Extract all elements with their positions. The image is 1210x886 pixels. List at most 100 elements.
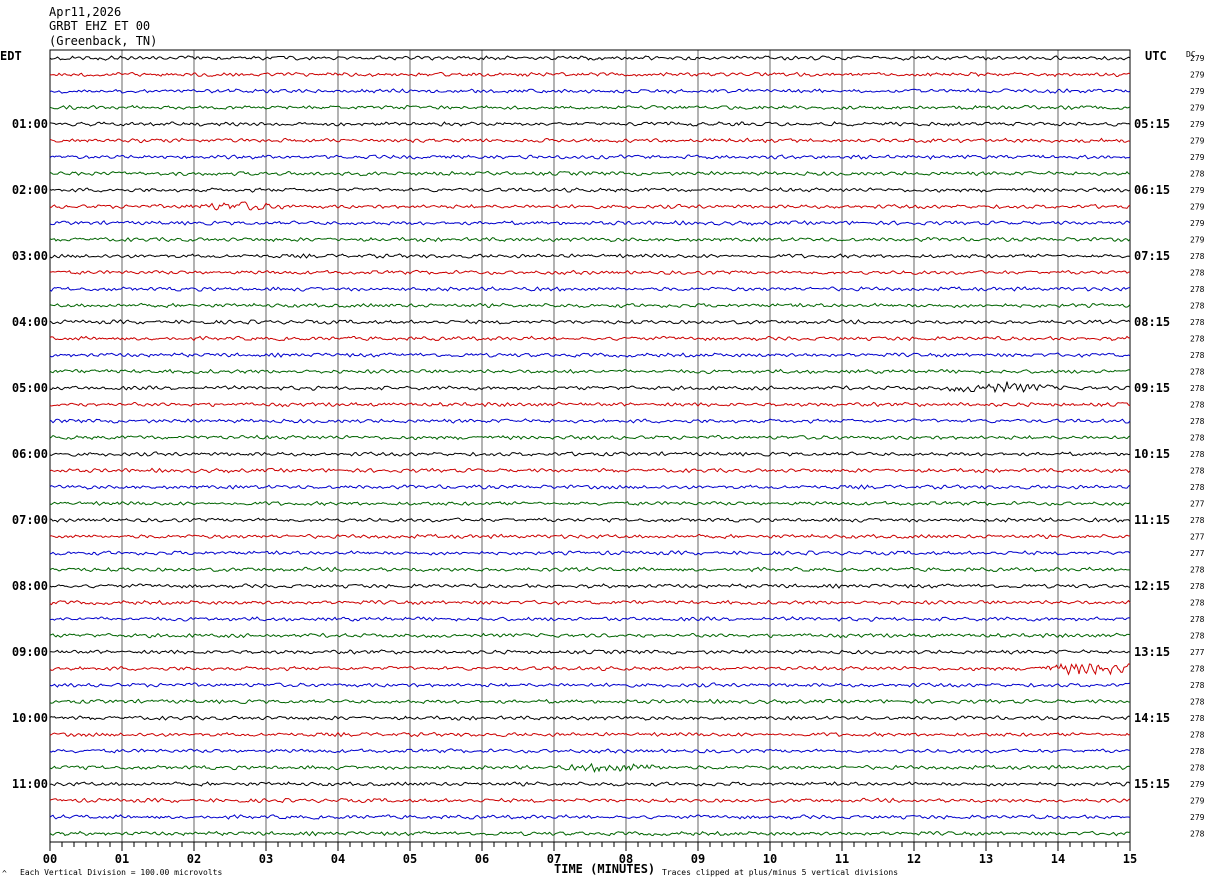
header-date: Apr11,2026 (49, 5, 121, 19)
dc-value: 279 (1190, 120, 1205, 129)
right-time-label: 05:15 (1134, 117, 1170, 131)
trace-row-42 (49, 731, 1131, 738)
left-time-label: 03:00 (12, 249, 48, 263)
dc-value: 279 (1190, 54, 1205, 63)
dc-value: 278 (1190, 318, 1205, 327)
left-time-label: 10:00 (12, 711, 48, 725)
dc-value: 278 (1190, 483, 1205, 492)
seismogram-page: Apr11,2026 GRBT EHZ ET 00 (Greenback, TN… (0, 0, 1210, 886)
trace-row-25 (49, 451, 1131, 457)
trace-row-39 (49, 682, 1131, 688)
trace-row-15 (49, 286, 1131, 292)
right-time-label: 10:15 (1134, 447, 1170, 461)
left-time-label: 08:00 (12, 579, 48, 593)
dc-value: 278 (1190, 582, 1205, 591)
dc-value: 279 (1190, 87, 1205, 96)
trace-row-14 (49, 269, 1131, 276)
trace-row-13 (49, 253, 1131, 259)
trace-group (49, 55, 1131, 837)
dc-value: 279 (1190, 203, 1205, 212)
dc-value: 278 (1190, 285, 1205, 294)
dc-value: 279 (1190, 780, 1205, 789)
left-time-label: 02:00 (12, 183, 48, 197)
dc-value: 279 (1190, 71, 1205, 80)
right-time-label: 06:15 (1134, 183, 1170, 197)
dc-value-labels: 279 279 279 279 279 279 279 278 279 279 279 279 278 2… (1190, 54, 1205, 839)
trace-row-32 (49, 566, 1131, 573)
left-time-label: 11:00 (12, 777, 48, 791)
clip-note: Traces clipped at plus/minus 5 vertical … (662, 868, 898, 877)
trace-row-46 (49, 797, 1131, 804)
trace-row-21 (49, 381, 1131, 394)
x-tick-label: 06 (475, 852, 489, 866)
trace-row-12 (49, 236, 1131, 243)
dc-value: 278 (1190, 599, 1205, 608)
header-station: GRBT EHZ ET 00 (49, 19, 150, 33)
dc-value: 277 (1190, 648, 1205, 657)
right-time-label: 13:15 (1134, 645, 1170, 659)
trace-row-40 (49, 698, 1131, 705)
trace-row-2 (49, 71, 1131, 78)
trace-row-34 (49, 599, 1131, 606)
trace-row-28 (49, 500, 1131, 507)
right-time-label: 14:15 (1134, 711, 1170, 725)
dc-value: 278 (1190, 335, 1205, 344)
x-tick-label: 11 (835, 852, 849, 866)
dc-value: 278 (1190, 368, 1205, 377)
trace-row-45 (49, 781, 1131, 787)
left-time-label: 09:00 (12, 645, 48, 659)
scale-note: Each Vertical Division = 100.00 microvol… (20, 868, 222, 877)
dc-value: 278 (1190, 384, 1205, 393)
trace-row-9 (49, 187, 1131, 193)
x-tick-label: 04 (331, 852, 345, 866)
trace-row-37 (49, 649, 1131, 655)
trace-row-1 (49, 55, 1131, 61)
dc-value: 278 (1190, 566, 1205, 575)
dc-value: 278 (1190, 516, 1205, 525)
left-time-label: 05:00 (12, 381, 48, 395)
x-tick-label: 10 (763, 852, 777, 866)
dc-value: 279 (1190, 797, 1205, 806)
trace-row-19 (49, 352, 1131, 358)
dc-value: 278 (1190, 302, 1205, 311)
header-location: (Greenback, TN) (49, 34, 157, 48)
dc-value: 279 (1190, 137, 1205, 146)
x-tick-label: 01 (115, 852, 129, 866)
trace-row-18 (49, 335, 1131, 342)
minute-grid (121, 50, 1059, 842)
dc-value: 277 (1190, 500, 1205, 509)
plot-frame (49, 49, 1131, 843)
trace-row-10 (49, 201, 1131, 211)
right-time-labels: 05:15 06:15 07:15 08:15 09:15 10:15 11:15 12:15… (1134, 117, 1170, 791)
trace-row-7 (49, 154, 1131, 160)
right-timezone-label: UTC (1145, 49, 1167, 63)
dc-value: 278 (1190, 665, 1205, 674)
left-time-label: 04:00 (12, 315, 48, 329)
dc-value: 279 (1190, 186, 1205, 195)
dc-value: 278 (1190, 830, 1205, 839)
left-time-labels: 01:00 02:00 03:00 04:00 05:00 06:00 07:00 08:00… (12, 117, 48, 791)
dc-value: 278 (1190, 747, 1205, 756)
right-time-label: 11:15 (1134, 513, 1170, 527)
right-time-label: 15:15 (1134, 777, 1170, 791)
right-time-label: 09:15 (1134, 381, 1170, 395)
trace-row-48 (49, 830, 1131, 837)
trace-row-43 (49, 748, 1131, 754)
dc-value: 278 (1190, 681, 1205, 690)
helicorder-plot: Apr11,2026 GRBT EHZ ET 00 (Greenback, TN… (0, 5, 1205, 878)
trace-row-5 (49, 121, 1131, 127)
dc-value: 279 (1190, 219, 1205, 228)
trace-row-30 (49, 533, 1131, 540)
dc-value: 277 (1190, 533, 1205, 542)
trace-row-11 (49, 220, 1131, 226)
dc-value: 279 (1190, 236, 1205, 245)
trace-row-17 (49, 319, 1131, 325)
dc-value: 279 (1190, 153, 1205, 162)
x-tick-label: 14 (1051, 852, 1065, 866)
dc-value: 278 (1190, 434, 1205, 443)
trace-row-4 (49, 104, 1131, 110)
trace-row-47 (49, 814, 1131, 820)
left-time-label: 07:00 (12, 513, 48, 527)
trace-row-24 (49, 434, 1131, 441)
trace-row-6 (49, 137, 1131, 144)
